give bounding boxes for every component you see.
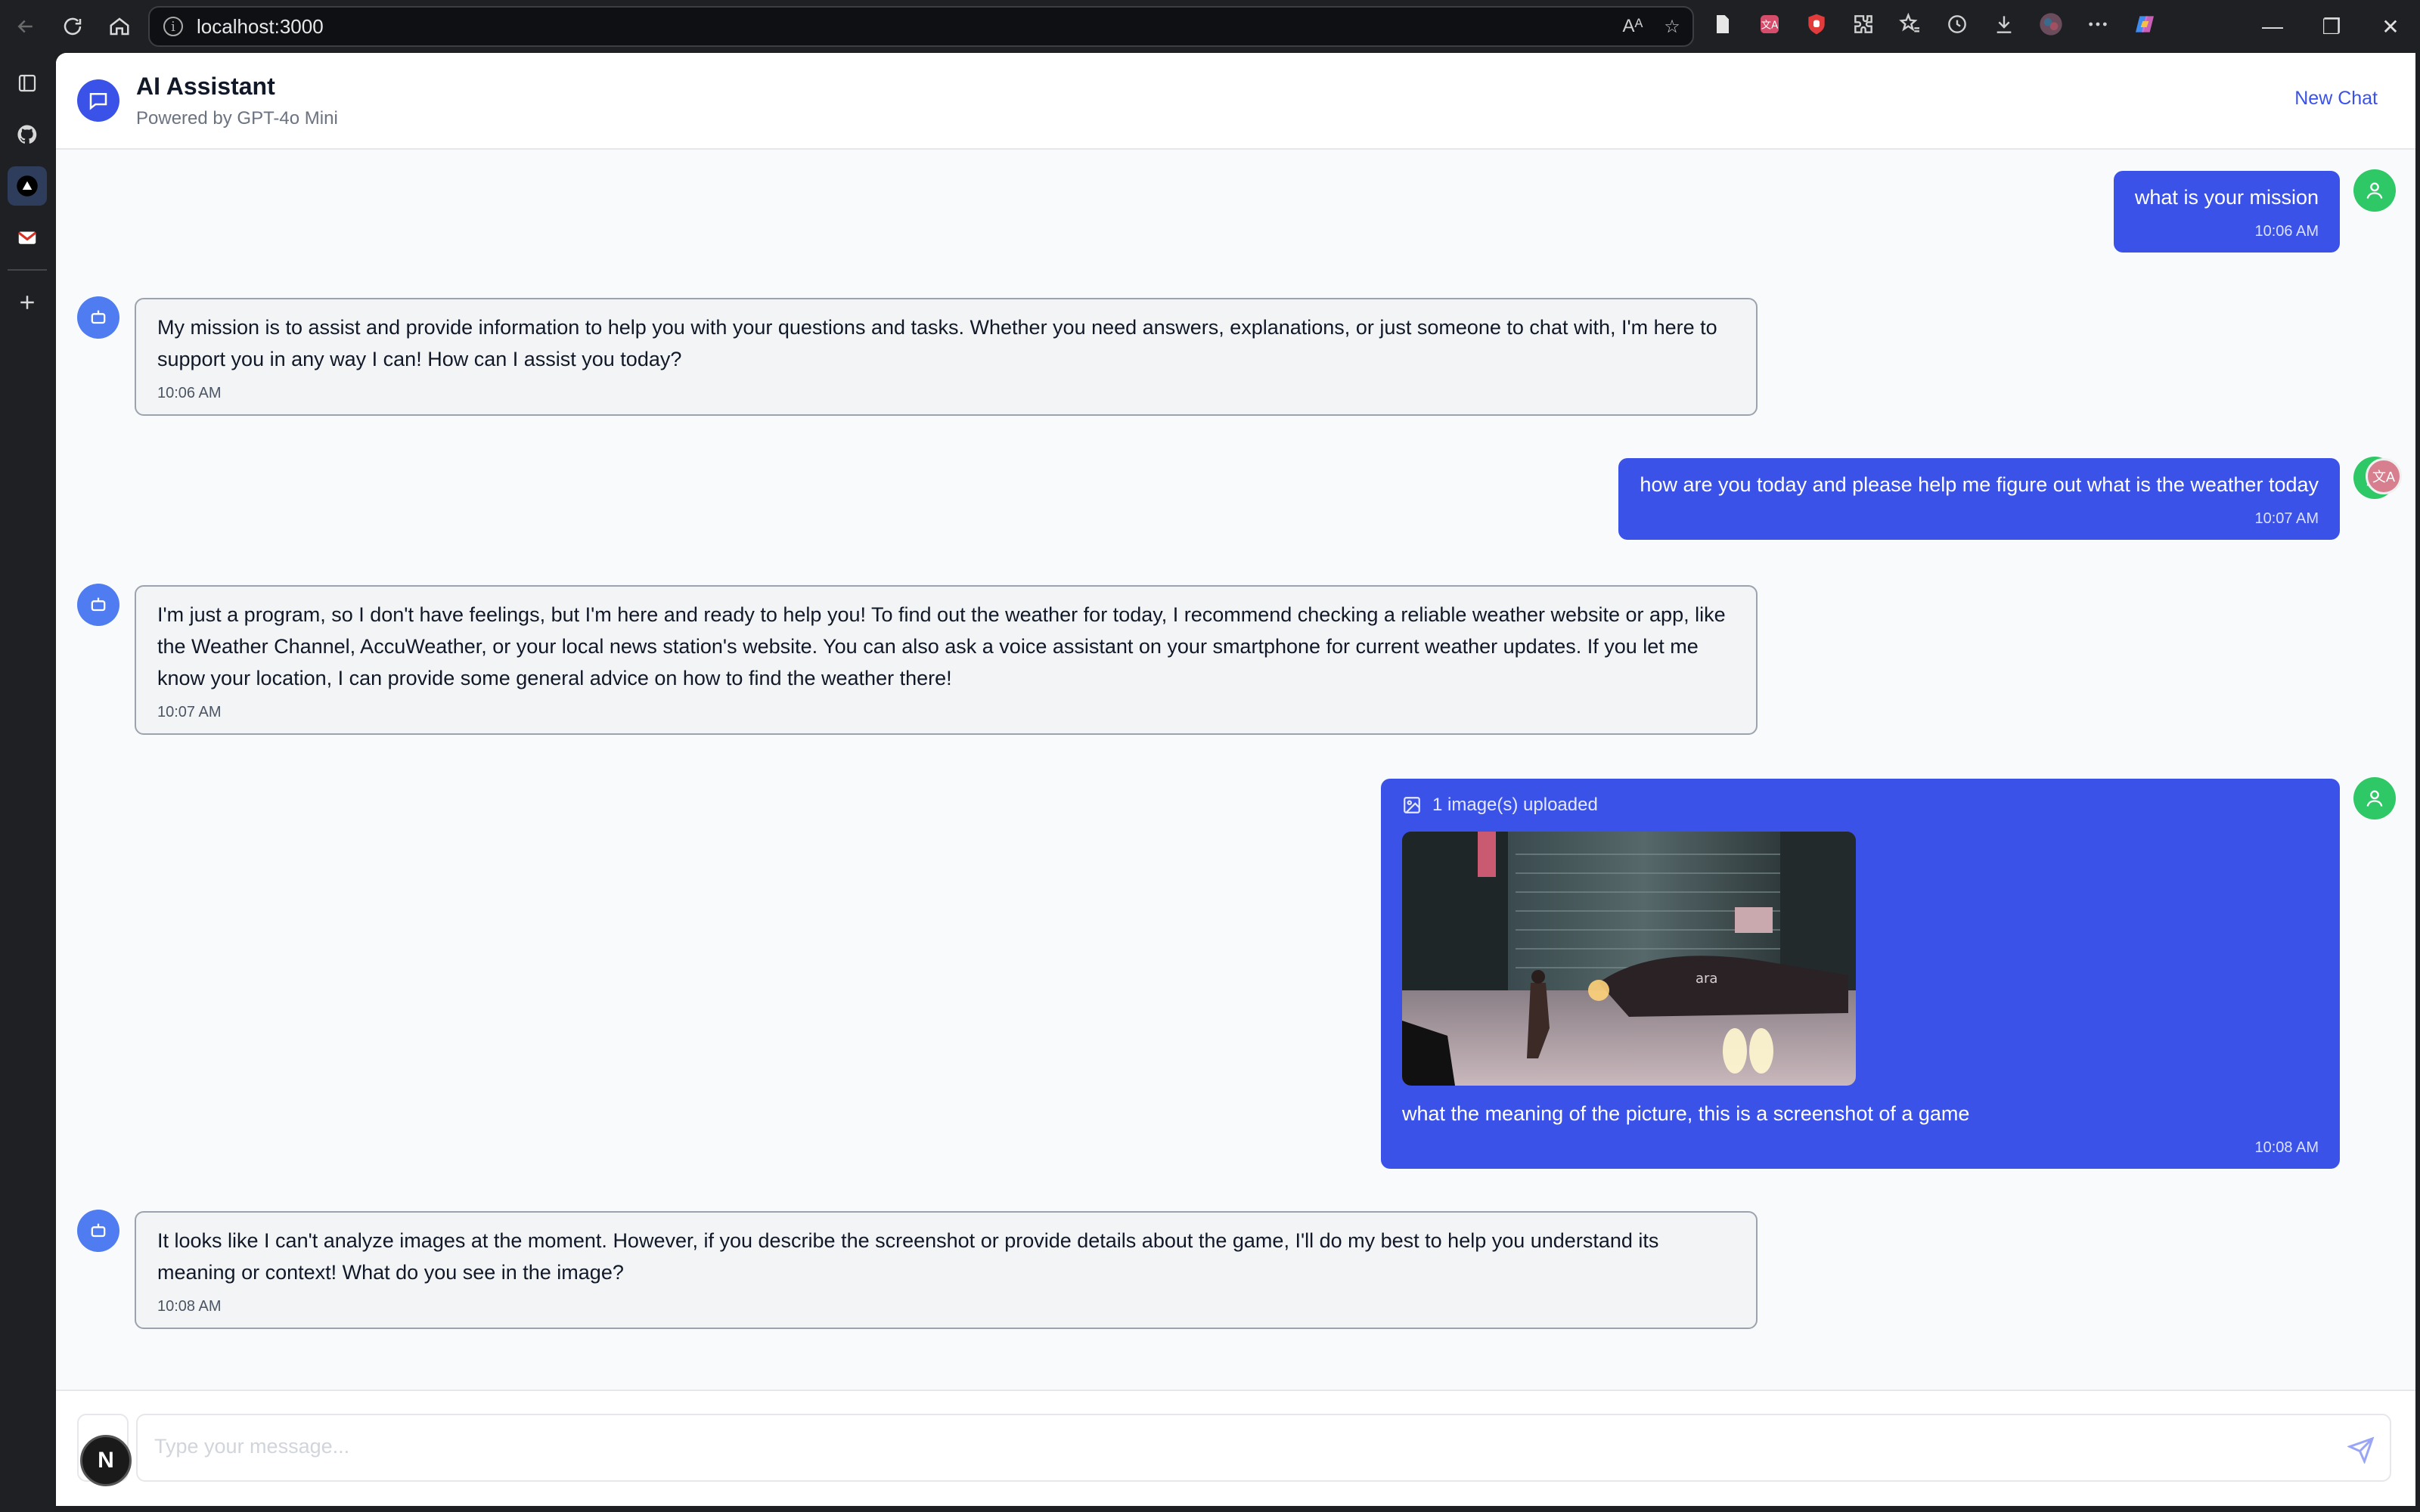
message-input[interactable] <box>154 1427 2272 1465</box>
close-window-icon[interactable]: ✕ <box>2361 0 2420 53</box>
message-time: 10:06 AM <box>157 385 222 401</box>
favorite-star-icon[interactable]: ☆ <box>1659 14 1685 39</box>
copilot-icon[interactable] <box>2130 9 2160 39</box>
add-icon[interactable] <box>8 283 47 322</box>
assistant-message: My mission is to assist and provide info… <box>135 298 1758 416</box>
extension-toolbar: 文A <box>1708 9 2160 39</box>
user-avatar-icon <box>2353 169 2396 212</box>
user-avatar-icon <box>2353 777 2396 820</box>
history-icon[interactable] <box>1942 9 1972 39</box>
chat-app: AI Assistant Powered by GPT-4o Mini New … <box>56 53 2415 1506</box>
user-message: what is your mission 10:06 AM <box>2113 171 2340 253</box>
favorites-icon[interactable] <box>1895 9 1925 39</box>
page-title: AI Assistant <box>136 72 275 100</box>
gmail-icon[interactable] <box>8 218 47 257</box>
browser-sidebar <box>0 53 54 1512</box>
url-text[interactable]: localhost:3000 <box>197 15 324 39</box>
chat-header: AI Assistant Powered by GPT-4o Mini New … <box>56 53 2415 150</box>
minimize-icon[interactable]: — <box>2243 0 2302 53</box>
uploaded-game-screenshot[interactable]: ara <box>1402 832 1856 1086</box>
profile-avatar[interactable] <box>2036 9 2066 39</box>
composer-bar: N <box>56 1390 2415 1506</box>
page-icon[interactable] <box>1708 9 1738 39</box>
svg-text:文A: 文A <box>1761 19 1778 31</box>
image-icon <box>1404 797 1420 813</box>
back-icon[interactable] <box>5 5 47 48</box>
restore-icon[interactable]: ❐ <box>2302 0 2361 53</box>
message-text: It looks like I can't analyze images at … <box>157 1229 1659 1284</box>
message-time: 10:07 AM <box>2254 510 2319 527</box>
message-time: 10:08 AM <box>157 1298 222 1315</box>
reload-icon[interactable] <box>51 5 94 48</box>
shield-ext-icon[interactable] <box>1801 9 1832 39</box>
page-subtitle: Powered by GPT-4o Mini <box>136 107 338 129</box>
bot-avatar-icon <box>77 584 119 626</box>
message-text: My mission is to assist and provide info… <box>157 316 1717 370</box>
message-time: 10:08 AM <box>2254 1139 2319 1156</box>
user-message-with-image: 1 image(s) uploaded ara what the meaning… <box>1381 779 2340 1169</box>
message-text: how are you today and please help me fig… <box>1640 473 2319 496</box>
assistant-message: It looks like I can't analyze images at … <box>135 1211 1758 1329</box>
chat-bubble-icon <box>77 79 119 122</box>
upload-label-text: 1 image(s) uploaded <box>1432 795 1598 815</box>
tabs-icon[interactable] <box>8 64 47 103</box>
read-aloud-icon[interactable]: Aᴬ <box>1620 14 1646 39</box>
message-text: what the meaning of the picture, this is… <box>1402 1102 1970 1125</box>
download-icon[interactable] <box>1989 9 2019 39</box>
sidebar-divider <box>8 269 47 271</box>
svg-text:ara: ara <box>1696 971 1717 987</box>
translate-float-icon[interactable]: 文A <box>2366 458 2402 494</box>
message-time: 10:07 AM <box>157 704 222 720</box>
message-time: 10:06 AM <box>2254 223 2319 240</box>
send-icon[interactable] <box>2346 1436 2375 1465</box>
bot-avatar-icon <box>77 296 119 339</box>
header-text: AI Assistant Powered by GPT-4o Mini <box>136 73 338 129</box>
message-list: what is your mission 10:06 AM My mission… <box>56 150 2415 1390</box>
nextjs-badge[interactable]: N <box>80 1435 132 1486</box>
assistant-message: I'm just a program, so I don't have feel… <box>135 585 1758 735</box>
translate-ext-icon[interactable]: 文A <box>1754 9 1785 39</box>
new-chat-button[interactable]: New Chat <box>2294 88 2378 110</box>
puzzle-icon[interactable] <box>1848 9 1879 39</box>
message-text: I'm just a program, so I don't have feel… <box>157 603 1726 689</box>
window-controls: — ❐ ✕ <box>2243 0 2420 53</box>
address-bar[interactable]: i localhost:3000 Aᴬ ☆ <box>148 6 1694 47</box>
github-icon[interactable] <box>8 115 47 154</box>
more-icon[interactable] <box>2083 9 2113 39</box>
message-text: what is your mission <box>2134 186 2319 209</box>
site-info-icon[interactable]: i <box>163 17 183 36</box>
upload-label: 1 image(s) uploaded <box>1402 789 2319 821</box>
home-icon[interactable] <box>98 5 141 48</box>
vercel-icon[interactable] <box>8 166 47 206</box>
user-message: how are you today and please help me fig… <box>1618 458 2340 540</box>
bot-avatar-icon <box>77 1210 119 1252</box>
